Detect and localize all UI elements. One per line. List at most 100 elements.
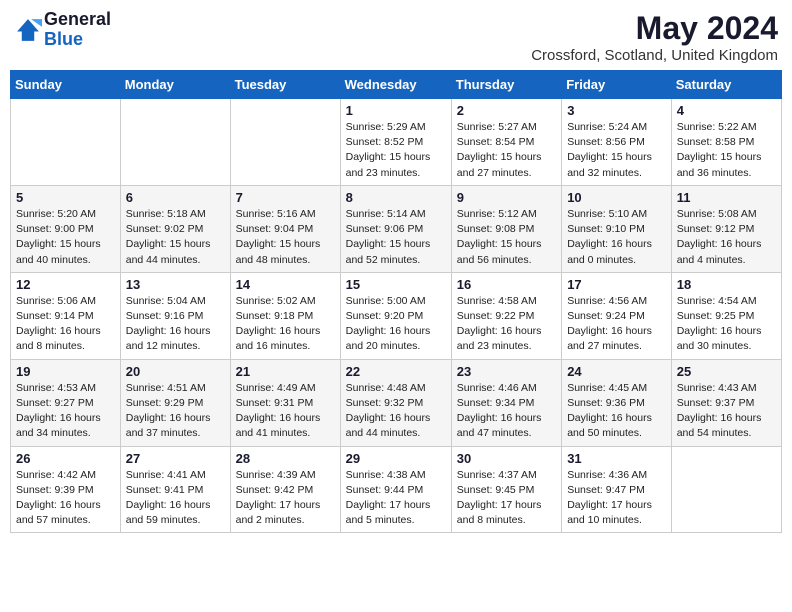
calendar-cell: 21 Sunrise: 4:49 AMSunset: 9:31 PMDayligh… — [230, 359, 340, 446]
calendar-cell: 17 Sunrise: 4:56 AMSunset: 9:24 PMDayligh… — [562, 272, 672, 359]
day-info: Sunrise: 4:56 AMSunset: 9:24 PMDaylight:… — [567, 294, 666, 355]
day-info: Sunrise: 4:46 AMSunset: 9:34 PMDaylight:… — [457, 381, 556, 442]
day-info: Sunrise: 4:58 AMSunset: 9:22 PMDaylight:… — [457, 294, 556, 355]
day-info: Sunrise: 5:00 AMSunset: 9:20 PMDaylight:… — [346, 294, 446, 355]
day-number: 23 — [457, 364, 556, 379]
calendar-cell — [11, 99, 121, 186]
weekday-header: Wednesday — [340, 71, 451, 99]
calendar-cell: 22Sunrise: 4:48 AMSunset: 9:32 PMDayligh… — [340, 359, 451, 446]
calendar-cell: 26 Sunrise: 4:42 AMSunset: 9:39 PMDayligh… — [11, 446, 121, 533]
day-info: Sunrise: 5:24 AMSunset: 8:56 PMDaylight:… — [567, 120, 666, 181]
location-text: Crossford, Scotland, United Kingdom — [531, 47, 778, 64]
weekday-header: Friday — [562, 71, 672, 99]
day-info: Sunrise: 5:04 AMSunset: 9:16 PMDaylight:… — [126, 294, 225, 355]
calendar-cell: 19 Sunrise: 4:53 AMSunset: 9:27 PMDayligh… — [11, 359, 121, 446]
day-number: 8 — [346, 190, 446, 205]
calendar-cell: 30Sunrise: 4:37 AMSunset: 9:45 PMDayligh… — [451, 446, 561, 533]
day-info: Sunrise: 4:41 AMSunset: 9:41 PMDaylight:… — [126, 468, 225, 529]
day-info: Sunrise: 5:02 AMSunset: 9:18 PMDaylight:… — [236, 294, 335, 355]
day-number: 7 — [236, 190, 335, 205]
day-info: Sunrise: 4:36 AMSunset: 9:47 PMDaylight:… — [567, 468, 666, 529]
day-number: 28 — [236, 451, 335, 466]
day-info: Sunrise: 4:39 AMSunset: 9:42 PMDaylight:… — [236, 468, 335, 529]
day-number: 30 — [457, 451, 556, 466]
calendar-cell: 20 Sunrise: 4:51 AMSunset: 9:29 PMDayligh… — [120, 359, 230, 446]
calendar-cell: 16 Sunrise: 4:58 AMSunset: 9:22 PMDayligh… — [451, 272, 561, 359]
calendar-cell: 11 Sunrise: 5:08 AMSunset: 9:12 PMDayligh… — [671, 185, 781, 272]
day-info: Sunrise: 4:53 AMSunset: 9:27 PMDaylight:… — [16, 381, 115, 442]
day-info: Sunrise: 4:49 AMSunset: 9:31 PMDaylight:… — [236, 381, 335, 442]
day-number: 4 — [677, 103, 776, 118]
logo: General Blue — [14, 10, 111, 50]
calendar-cell: 8 Sunrise: 5:14 AMSunset: 9:06 PMDaylight… — [340, 185, 451, 272]
calendar-cell: 27 Sunrise: 4:41 AMSunset: 9:41 PMDayligh… — [120, 446, 230, 533]
day-number: 21 — [236, 364, 335, 379]
day-info: Sunrise: 5:14 AMSunset: 9:06 PMDaylight:… — [346, 207, 446, 268]
day-info: Sunrise: 5:16 AMSunset: 9:04 PMDaylight:… — [236, 207, 335, 268]
day-info: Sunrise: 5:20 AMSunset: 9:00 PMDaylight:… — [16, 207, 115, 268]
day-number: 17 — [567, 277, 666, 292]
day-number: 26 — [16, 451, 115, 466]
day-info: Sunrise: 5:18 AMSunset: 9:02 PMDaylight:… — [126, 207, 225, 268]
calendar-cell: 5 Sunrise: 5:20 AMSunset: 9:00 PMDaylight… — [11, 185, 121, 272]
calendar-week-row: 26 Sunrise: 4:42 AMSunset: 9:39 PMDayligh… — [11, 446, 782, 533]
day-number: 29 — [346, 451, 446, 466]
calendar-week-row: 19 Sunrise: 4:53 AMSunset: 9:27 PMDayligh… — [11, 359, 782, 446]
day-number: 24 — [567, 364, 666, 379]
calendar-cell: 3 Sunrise: 5:24 AMSunset: 8:56 PMDaylight… — [562, 99, 672, 186]
logo-icon — [14, 16, 42, 44]
day-info: Sunrise: 4:48 AMSunset: 9:32 PMDaylight:… — [346, 381, 446, 442]
calendar-cell: 15 Sunrise: 5:00 AMSunset: 9:20 PMDayligh… — [340, 272, 451, 359]
day-number: 13 — [126, 277, 225, 292]
day-info: Sunrise: 4:54 AMSunset: 9:25 PMDaylight:… — [677, 294, 776, 355]
month-title: May 2024 — [531, 10, 778, 47]
day-info: Sunrise: 4:42 AMSunset: 9:39 PMDaylight:… — [16, 468, 115, 529]
day-number: 20 — [126, 364, 225, 379]
day-info: Sunrise: 4:45 AMSunset: 9:36 PMDaylight:… — [567, 381, 666, 442]
day-number: 31 — [567, 451, 666, 466]
day-number: 2 — [457, 103, 556, 118]
day-number: 11 — [677, 190, 776, 205]
day-info: Sunrise: 5:22 AMSunset: 8:58 PMDaylight:… — [677, 120, 776, 181]
calendar-cell: 31 Sunrise: 4:36 AMSunset: 9:47 PMDayligh… — [562, 446, 672, 533]
calendar-table: SundayMondayTuesdayWednesdayThursdayFrid… — [10, 70, 782, 533]
day-number: 9 — [457, 190, 556, 205]
weekday-header: Sunday — [11, 71, 121, 99]
calendar-cell: 2 Sunrise: 5:27 AMSunset: 8:54 PMDaylight… — [451, 99, 561, 186]
day-info: Sunrise: 5:08 AMSunset: 9:12 PMDaylight:… — [677, 207, 776, 268]
calendar-cell — [230, 99, 340, 186]
calendar-week-row: 5 Sunrise: 5:20 AMSunset: 9:00 PMDaylight… — [11, 185, 782, 272]
day-number: 27 — [126, 451, 225, 466]
page-header: General Blue May 2024 Crossford, Scotlan… — [10, 10, 782, 64]
day-number: 25 — [677, 364, 776, 379]
day-number: 10 — [567, 190, 666, 205]
day-info: Sunrise: 4:51 AMSunset: 9:29 PMDaylight:… — [126, 381, 225, 442]
calendar-cell — [120, 99, 230, 186]
weekday-header: Thursday — [451, 71, 561, 99]
calendar-cell: 1Sunrise: 5:29 AMSunset: 8:52 PMDaylight… — [340, 99, 451, 186]
day-number: 3 — [567, 103, 666, 118]
day-info: Sunrise: 5:06 AMSunset: 9:14 PMDaylight:… — [16, 294, 115, 355]
day-number: 14 — [236, 277, 335, 292]
calendar-cell: 28 Sunrise: 4:39 AMSunset: 9:42 PMDayligh… — [230, 446, 340, 533]
day-number: 16 — [457, 277, 556, 292]
calendar-cell: 7 Sunrise: 5:16 AMSunset: 9:04 PMDaylight… — [230, 185, 340, 272]
calendar-cell: 13 Sunrise: 5:04 AMSunset: 9:16 PMDayligh… — [120, 272, 230, 359]
day-number: 5 — [16, 190, 115, 205]
day-info: Sunrise: 4:38 AMSunset: 9:44 PMDaylight:… — [346, 468, 446, 529]
day-number: 1 — [346, 103, 446, 118]
day-info: Sunrise: 5:27 AMSunset: 8:54 PMDaylight:… — [457, 120, 556, 181]
logo-blue-text: Blue — [44, 30, 111, 50]
day-number: 12 — [16, 277, 115, 292]
calendar-week-row: 1Sunrise: 5:29 AMSunset: 8:52 PMDaylight… — [11, 99, 782, 186]
title-block: May 2024 Crossford, Scotland, United Kin… — [531, 10, 778, 64]
logo-general-text: General — [44, 10, 111, 30]
calendar-cell: 6Sunrise: 5:18 AMSunset: 9:02 PMDaylight… — [120, 185, 230, 272]
day-info: Sunrise: 5:10 AMSunset: 9:10 PMDaylight:… — [567, 207, 666, 268]
calendar-cell: 9 Sunrise: 5:12 AMSunset: 9:08 PMDaylight… — [451, 185, 561, 272]
day-number: 15 — [346, 277, 446, 292]
calendar-cell: 12 Sunrise: 5:06 AMSunset: 9:14 PMDayligh… — [11, 272, 121, 359]
day-number: 19 — [16, 364, 115, 379]
day-info: Sunrise: 5:12 AMSunset: 9:08 PMDaylight:… — [457, 207, 556, 268]
day-number: 18 — [677, 277, 776, 292]
